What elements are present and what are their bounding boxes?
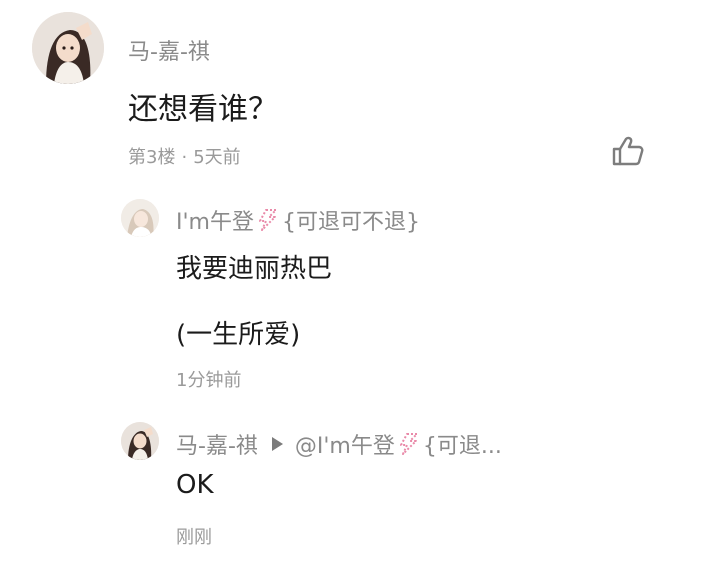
reply-text: OK <box>176 470 214 500</box>
reply-text-line-2: (一生所爱) <box>176 320 301 350</box>
comment-author[interactable]: 马-嘉-祺 <box>128 34 210 66</box>
lightning-badge-icon <box>256 208 280 232</box>
avatar[interactable] <box>32 12 104 84</box>
reply-time: 刚刚 <box>176 527 212 548</box>
reply-avatar[interactable] <box>121 422 159 460</box>
reply-to-suffix: {可退... <box>422 434 502 459</box>
floor-label: 第3楼 <box>128 147 176 168</box>
meta-separator: · <box>181 147 188 168</box>
reply-avatar[interactable] <box>121 199 159 237</box>
avatar-image <box>32 12 104 84</box>
avatar-image <box>121 199 159 237</box>
comment-meta: 第3楼 · 5天前 <box>128 143 241 169</box>
lightning-badge-icon <box>397 432 421 456</box>
reply-arrow-icon <box>271 437 283 451</box>
reply-time: 1分钟前 <box>176 370 242 391</box>
thumbs-up-icon[interactable] <box>610 135 646 167</box>
comment-text: 还想看谁？ <box>128 92 278 127</box>
avatar-image <box>121 422 159 460</box>
comment-thread: 马-嘉-祺 还想看谁？ 第3楼 · 5天前 I'm午登 {可退可不退} 我要迪丽热巴… <box>0 0 720 575</box>
reply-author[interactable]: 马-嘉-祺 <box>176 428 258 460</box>
reply-author[interactable]: I'm午登 <box>176 204 254 236</box>
reply-author-suffix: {可退可不退} <box>281 210 420 235</box>
reply-author-line[interactable]: 马-嘉-祺 @I'm午登 {可退... <box>176 428 502 460</box>
reply-author-line[interactable]: I'm午登 {可退可不退} <box>176 204 420 236</box>
reply-to-user[interactable]: @I'm午登 <box>295 428 395 460</box>
reply-text-line-1: 我要迪丽热巴 <box>176 254 333 284</box>
comment-time: 5天前 <box>193 147 241 168</box>
